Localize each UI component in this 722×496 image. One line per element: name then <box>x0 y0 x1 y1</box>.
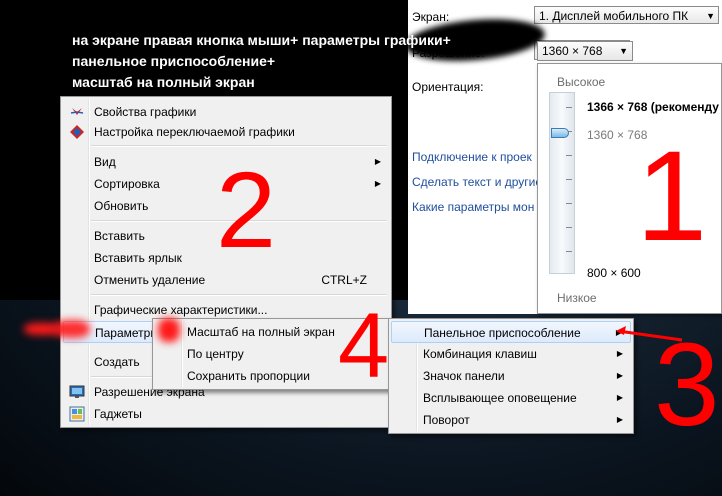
menu-item-undo-delete[interactable]: Отменить удаление CTRL+Z <box>63 269 389 291</box>
chevron-right-icon: ▶ <box>616 415 623 424</box>
resolution-min[interactable]: 800 × 600 <box>587 266 641 280</box>
annotation-number-2: 2 <box>216 149 277 270</box>
screen-select-value: 1. Дисплей мобильного ПК <box>539 9 689 23</box>
shortcut-text: CTRL+Z <box>321 273 367 287</box>
instruction-line-3: масштаб на полный экран <box>72 74 255 90</box>
resolution-recommended[interactable]: 1366 × 768 (рекоменду <box>587 100 719 114</box>
chevron-right-icon: ▶ <box>374 179 381 188</box>
instruction-line-2: панельное приспособление+ <box>72 53 276 69</box>
switchable-graphics-icon <box>69 124 85 140</box>
chevron-right-icon: ▶ <box>616 393 623 402</box>
menu-item-rotation[interactable]: Поворот ▶ <box>391 409 631 431</box>
instruction-text: на экране правая кнопка мыши+ параметры … <box>72 30 451 93</box>
menu-item-panel-fitting[interactable]: Панельное приспособление ▶ <box>391 321 631 343</box>
chevron-right-icon: ▶ <box>374 157 381 166</box>
red-marker-mid <box>54 320 90 338</box>
menu-item-tray-icon[interactable]: Значок панели ▶ <box>391 365 631 387</box>
graphics-icon <box>69 104 85 120</box>
instruction-line-1: на экране правая кнопка мыши+ параметры … <box>72 32 451 48</box>
resolution-slider-thumb[interactable] <box>551 128 569 138</box>
menu-item-hotkeys[interactable]: Комбинация клавиш ▶ <box>391 343 631 365</box>
menu-item-popup-notification[interactable]: Всплывающее оповещение ▶ <box>391 387 631 409</box>
menu-item-gadgets[interactable]: Гаджеты <box>63 403 389 425</box>
red-marker-submenu <box>158 318 180 342</box>
link-projector[interactable]: Подключение к проек <box>412 150 537 164</box>
annotation-number-3: 3 <box>654 319 720 451</box>
chevron-down-icon: ▼ <box>619 46 628 56</box>
screen-resolution-icon <box>69 384 85 400</box>
gadgets-icon <box>69 406 85 422</box>
screen-select[interactable]: 1. Дисплей мобильного ПК ▼ <box>534 6 719 24</box>
graphics-params-submenu: Панельное приспособление ▶ Комбинация кл… <box>388 318 634 434</box>
resolution-select-text: 1360 × 768 <box>542 44 603 58</box>
menu-item-graphics-properties[interactable]: Свойства графики <box>63 101 389 123</box>
link-monitor-params[interactable]: Какие параметры мон <box>412 200 537 214</box>
link-text-size[interactable]: Сделать текст и другие <box>412 175 537 189</box>
resolution-high-label: Высокое <box>557 75 606 89</box>
annotation-number-4: 4 <box>338 295 390 397</box>
resolution-low-label: Низкое <box>557 291 597 305</box>
chevron-down-icon: ▼ <box>706 11 715 21</box>
resolution-select-visible[interactable]: 1360 × 768 ▼ <box>537 41 633 61</box>
screen-label: Экран: <box>412 10 450 24</box>
menu-item-switchable-graphics[interactable]: Настройка переключаемой графики <box>63 121 389 143</box>
resolution-slider-track[interactable] <box>549 92 575 274</box>
chevron-right-icon: ▶ <box>616 371 623 380</box>
annotation-number-1: 1 <box>636 125 708 268</box>
